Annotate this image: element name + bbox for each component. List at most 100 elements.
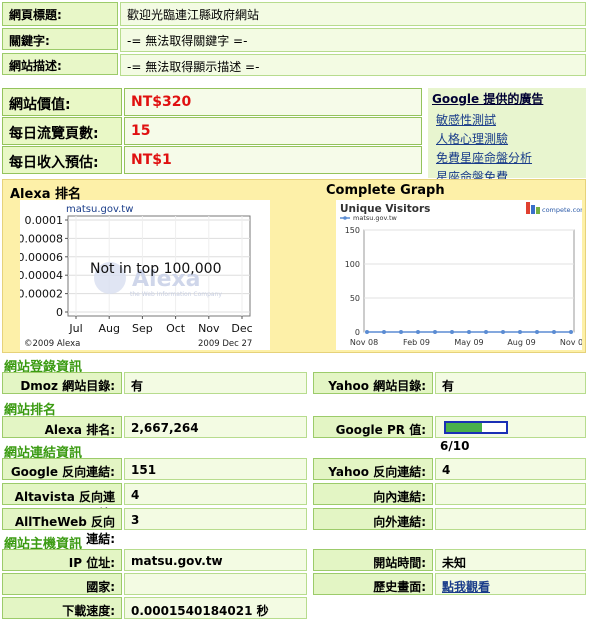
pagerank-value: 6/10 [440, 439, 470, 453]
ad-link-2[interactable]: 人格心理測驗 [436, 130, 582, 147]
alexa-chart-site: matsu.gov.tw [66, 204, 133, 215]
description-value: -= 無法取得顯示描述 =- [120, 54, 586, 76]
title-label: 網頁標題: [2, 2, 118, 26]
compete-data-point [552, 330, 556, 334]
pagerank-bar-fill [446, 423, 482, 432]
alexa-chart: matsu.gov.tw 0.0001 0.00008 0.00006 0.00004… [18, 200, 270, 350]
alexa-overlay-text: Not in top 100,000 [90, 261, 221, 277]
alltheweb-backlinks-value: 3 [124, 508, 307, 530]
alexa-copyright: ©2009 Alexa [24, 339, 80, 349]
opened-label: 開站時間: [313, 549, 433, 571]
compete-ytick-label: 150 [345, 226, 360, 235]
worth-value: NT$320 [124, 88, 422, 116]
compete-data-point [467, 330, 471, 334]
income-label: 每日收入預估: [2, 146, 122, 174]
ads-title: Google 提供的廣告 [432, 92, 544, 106]
alexa-ytick-label: 0.00006 [20, 251, 63, 264]
pagerank-bar [444, 421, 508, 434]
alexa-ytick-label: 0.00002 [20, 288, 63, 301]
google-backlinks-value: 151 [124, 458, 307, 480]
worth-label: 網站價值: [2, 88, 122, 116]
dmoz-value: 有 [124, 372, 307, 394]
inbound-links-label: 向內連結: [313, 483, 433, 505]
outbound-links-label: 向外連結: [313, 508, 433, 530]
compete-chart: Unique Visitors matsu.gov.tw compete.com… [336, 200, 588, 350]
compete-chart-svg: Unique Visitors matsu.gov.tw compete.com… [340, 202, 588, 347]
compete-data-point [501, 330, 505, 334]
alltheweb-backlinks-label: AllTheWeb 反向連結: [2, 508, 122, 546]
alexa-xtick-label: Sep [132, 322, 153, 335]
compete-xtick-label: Feb 09 [403, 338, 430, 347]
compete-data-point [569, 330, 573, 334]
history-cell: 點我觀看 [435, 573, 586, 595]
alexa-ytick-label: 0.0001 [25, 214, 64, 227]
compete-data-point [399, 330, 403, 334]
compete-data-point [450, 330, 454, 334]
title-value: 歡迎光臨連江縣政府網站 [120, 2, 586, 26]
compete-data-point [484, 330, 488, 334]
alexa-xtick-label: Nov [198, 322, 220, 335]
compete-data-point [416, 330, 420, 334]
compete-logo-bar-3 [536, 207, 540, 214]
inbound-links-value [435, 483, 586, 505]
compete-data-point [535, 330, 539, 334]
compete-data-point [365, 330, 369, 334]
pageviews-label: 每日流覽頁數: [2, 117, 122, 145]
google-backlinks-label: Google 反向連結: [2, 458, 122, 480]
speed-value: 0.0001540184021 秒 [124, 597, 307, 619]
compete-xtick-label: Aug 09 [507, 338, 535, 347]
income-value: NT$1 [124, 146, 422, 174]
altavista-backlinks-value: 4 [124, 483, 307, 505]
alexa-xtick-label: Aug [98, 322, 119, 335]
compete-xtick-label: Nov 09 [560, 338, 582, 347]
keywords-value: -= 無法取得關鍵字 =- [120, 28, 586, 52]
compete-data-point [382, 330, 386, 334]
ad-link-3[interactable]: 免費星座命盤分析 [436, 149, 582, 166]
pagerank-cell [435, 416, 586, 438]
yahoo-directory-value: 有 [435, 372, 586, 394]
alexa-rank-value: 2,667,264 [124, 416, 307, 438]
compete-plot-frame [363, 229, 575, 333]
history-label: 歷史畫面: [313, 573, 433, 595]
google-ads-box: Google 提供的廣告 敏感性測試 人格心理測驗 免費星座命盤分析 星座命盤免… [428, 88, 586, 184]
keywords-label: 關鍵字: [2, 28, 118, 50]
pagerank-label: Google PR 值: [313, 416, 433, 438]
alexa-rank-label: Alexa 排名: [2, 416, 122, 438]
dmoz-label: Dmoz 網站目錄: [2, 372, 122, 394]
country-label: 國家: [2, 573, 122, 595]
yahoo-backlinks-value: 4 [435, 458, 586, 480]
compete-data-point [518, 330, 522, 334]
alexa-ytick-label: 0.00004 [20, 269, 63, 282]
speed-label: 下載速度: [2, 597, 122, 619]
country-value [124, 573, 307, 595]
compete-ytick-label: 50 [350, 294, 360, 303]
yahoo-directory-label: Yahoo 網站目錄: [313, 372, 433, 394]
pageviews-value: 15 [124, 117, 422, 145]
complete-graph-heading: Complete Graph [326, 183, 445, 198]
compete-xtick-label: Nov 08 [350, 338, 378, 347]
alexa-watermark-sub: the Web Information Company [130, 291, 222, 298]
yahoo-backlinks-label: Yahoo 反向連結: [313, 458, 433, 480]
history-link[interactable]: 點我觀看 [442, 580, 490, 594]
outbound-links-value [435, 508, 586, 530]
compete-legend: matsu.gov.tw [353, 214, 397, 222]
altavista-backlinks-label: Altavista 反向連結: [2, 483, 122, 521]
alexa-xtick-label: Oct [166, 322, 186, 335]
compete-brand: compete.com [542, 206, 582, 214]
ip-label: IP 位址: [2, 549, 122, 571]
compete-logo-bar-2 [531, 205, 535, 214]
alexa-ytick-label: 0 [56, 306, 63, 319]
alexa-xtick-label: Jul [68, 322, 82, 335]
compete-logo-bar-1 [526, 202, 530, 214]
alexa-xtick-label: Dec [231, 322, 252, 335]
ad-link-1[interactable]: 敏感性測試 [436, 111, 582, 128]
alexa-date: 2009 Dec 27 [198, 339, 252, 349]
compete-xtick-label: May 09 [454, 338, 483, 347]
legend-marker [343, 216, 347, 220]
alexa-ytick-label: 0.00008 [20, 232, 63, 245]
compete-ytick-label: 100 [345, 260, 360, 269]
compete-data-point [433, 330, 437, 334]
description-label: 網站描述: [2, 53, 118, 75]
ip-value: matsu.gov.tw [124, 549, 307, 571]
opened-value: 未知 [435, 549, 586, 571]
